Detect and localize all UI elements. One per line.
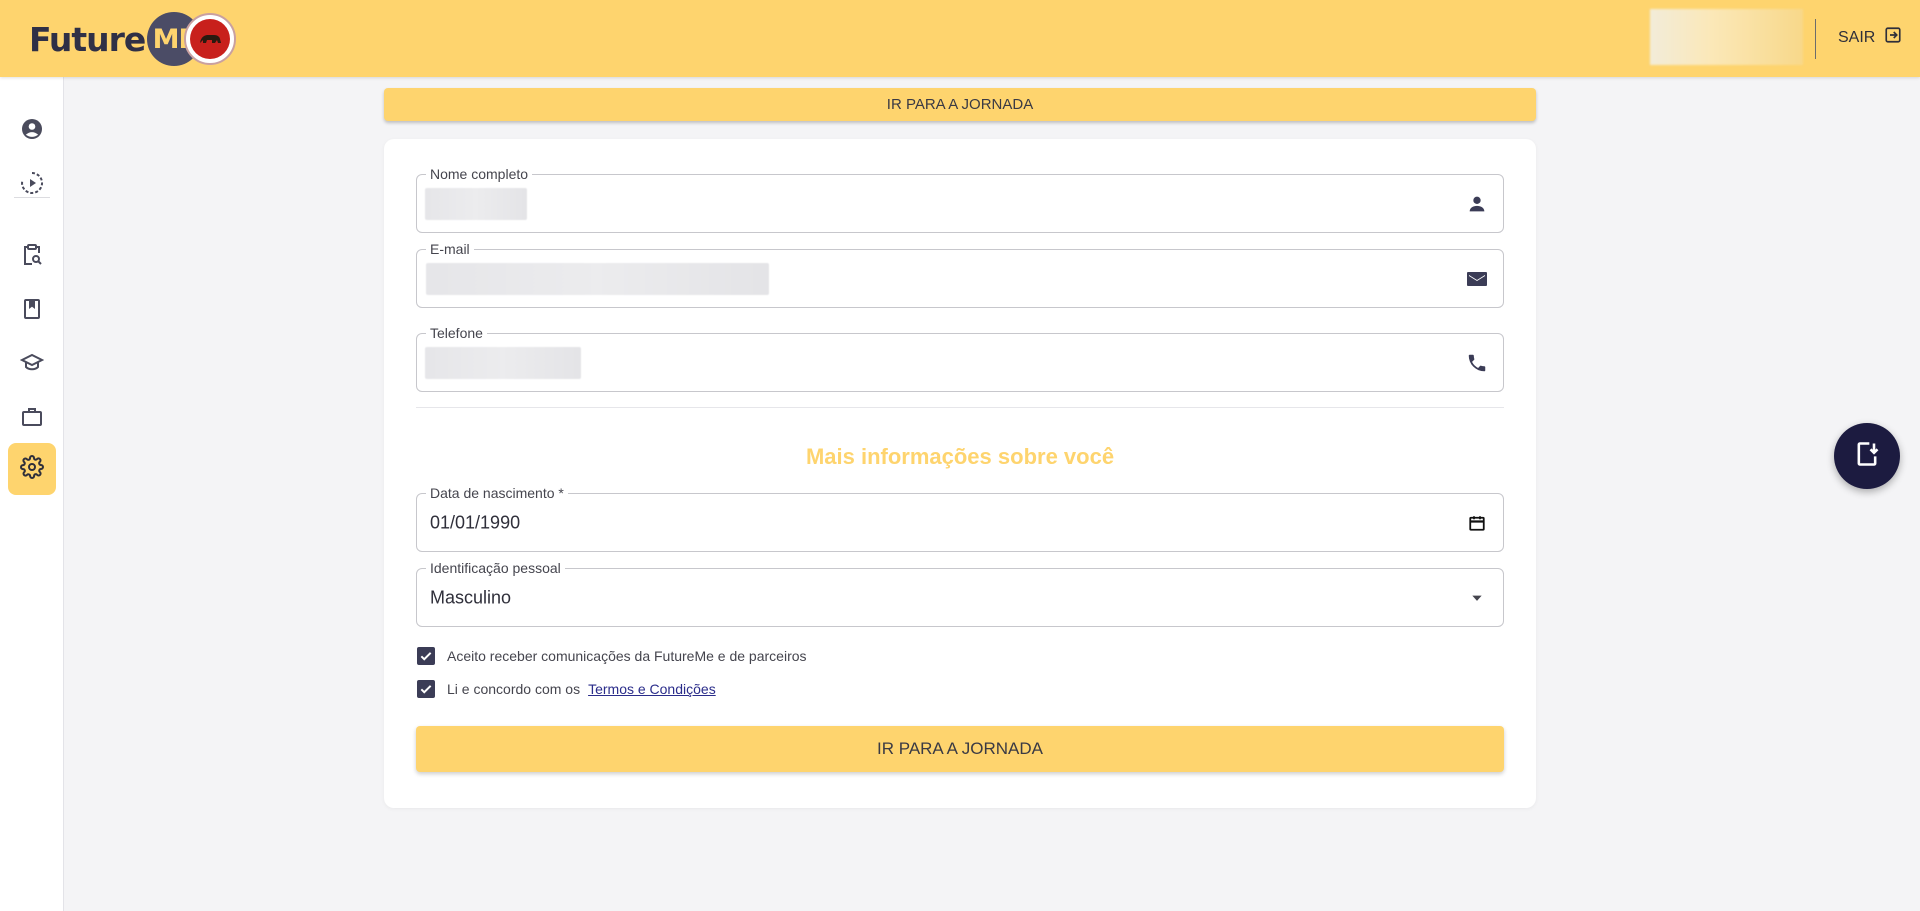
top-journey-button[interactable]: IR PARA A JORNADA [384,88,1536,121]
email-value-blurred [426,263,769,295]
phone-label: Telefone [426,324,487,342]
terms-consent-checkbox[interactable] [417,680,435,698]
profile-form-card: Nome completo E-mail Telefone Mais infor… [384,139,1536,808]
floating-action-button[interactable] [1834,423,1900,489]
sidebar-item-tests[interactable] [8,233,56,281]
partner-seal-icon [184,13,236,65]
sidebar-item-journey[interactable] [8,161,56,209]
personal-identification-label: Identificação pessoal [426,559,565,577]
phone-value-blurred [425,347,581,379]
full-name-value-blurred [425,188,527,220]
person-icon [1465,192,1489,216]
email-field[interactable]: E-mail [416,240,1504,308]
communications-consent-checkbox[interactable] [417,647,435,665]
communications-consent-label: Aceito receber comunicações da FutureMe … [447,648,807,664]
terms-consent-label: Li e concordo com os [447,681,581,697]
birthdate-field[interactable]: Data de nascimento * 01/01/1990 [416,484,1504,552]
sidebar-item-settings[interactable] [8,443,56,495]
user-avatar-blurred[interactable] [1650,9,1803,65]
birthdate-label: Data de nascimento * [426,484,568,502]
personal-identification-select[interactable]: Identificação pessoal Masculino [416,559,1504,627]
user-circle-icon [20,117,44,146]
gear-icon [20,454,44,484]
sidebar-item-career[interactable] [8,395,56,443]
logout-icon [1884,26,1902,49]
logout-button[interactable]: SAIR [1838,26,1902,49]
header-divider [1815,19,1816,59]
full-name-field[interactable]: Nome completo [416,165,1504,233]
play-circle-icon [20,171,44,200]
section-title: Mais informações sobre você [805,444,1115,469]
section-divider [416,407,1504,408]
top-bar: Future ME SAIR [0,0,1920,77]
sidebar-divider [14,197,50,198]
sidebar-item-profile[interactable] [8,107,56,155]
phone-icon [1465,351,1489,375]
birthdate-value: 01/01/1990 [430,512,521,532]
logo-text: Future [29,19,146,59]
graduation-cap-icon [19,351,45,380]
full-name-label: Nome completo [426,165,533,183]
sidebar-item-education[interactable] [8,341,56,389]
terms-consent-row: Li e concordo com os Termos e Condições [416,680,716,698]
futureme-logo[interactable]: Future ME [29,12,202,66]
calendar-icon[interactable] [1465,511,1489,535]
phone-field[interactable]: Telefone [416,324,1504,392]
sidebar-item-library[interactable] [8,287,56,335]
logout-label: SAIR [1838,28,1876,46]
file-download-icon [1853,440,1881,473]
communications-consent-row: Aceito receber comunicações da FutureMe … [416,647,807,665]
email-label: E-mail [426,240,474,258]
clipboard-search-icon [20,243,44,272]
terms-link[interactable]: Termos e Condições [588,681,716,697]
submit-journey-button[interactable]: IR PARA A JORNADA [416,726,1504,772]
briefcase-icon [20,405,44,434]
personal-identification-value: Masculino [430,587,512,607]
caret-down-icon [1465,586,1489,610]
bookmark-book-icon [20,297,44,326]
sidebar [0,77,64,911]
mail-icon [1465,267,1489,291]
